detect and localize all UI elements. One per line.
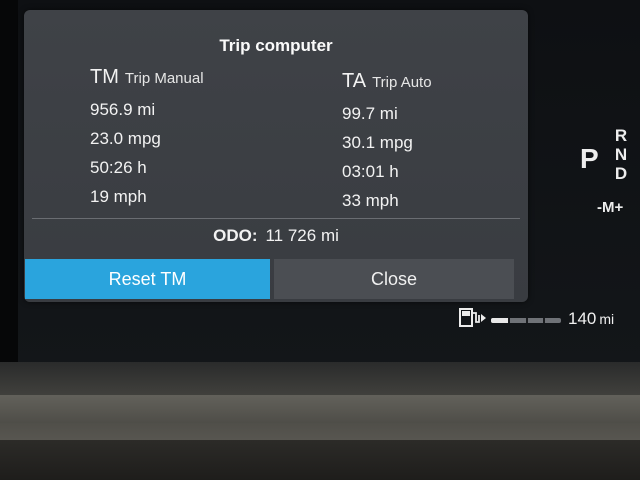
odometer-value: 11 726 mi	[265, 226, 339, 245]
trip-computer-dialog: Trip computer TM Trip Manual 956.9 mi 23.…	[24, 10, 528, 302]
fuel-range: 140 mi	[568, 309, 614, 329]
trip-manual-time: 50:26 h	[90, 158, 147, 177]
fuel-gauge-tick	[526, 318, 528, 323]
gear-list: R N D	[610, 126, 632, 183]
fuel-gauge-fill	[491, 318, 509, 323]
fuel-range-value: 140	[568, 309, 597, 328]
trip-manual-economy: 23.0 mpg	[90, 129, 161, 148]
display-bezel	[0, 0, 18, 370]
fuel-gauge-tick	[508, 318, 510, 323]
dashboard-ridge	[0, 395, 640, 423]
gear-n: N	[614, 145, 628, 164]
dialog-title: Trip computer	[219, 36, 333, 55]
divider	[32, 218, 520, 219]
trip-auto-header: TA Trip Auto	[342, 70, 432, 93]
trip-auto-speed: 33 mph	[342, 191, 399, 210]
gear-r: R	[614, 126, 628, 145]
gear-manual: -M+	[597, 199, 624, 216]
trip-auto-economy: 30.1 mpg	[342, 133, 413, 152]
trip-manual-distance: 956.9 mi	[90, 100, 156, 119]
gear-d: D	[614, 164, 628, 183]
trip-manual-speed: 19 mph	[90, 187, 147, 206]
trip-auto-column: TA Trip Auto 99.7 mi 30.1 mpg 03:01 h 33 …	[342, 70, 432, 215]
trip-auto-abbr: TA	[342, 70, 367, 92]
trip-auto-label: Trip Auto	[372, 74, 432, 91]
dashboard-edge	[0, 440, 640, 480]
odometer: ODO: 11 726 mi	[24, 226, 528, 246]
close-button[interactable]: Close	[274, 259, 514, 299]
trip-manual-header: TM Trip Manual	[90, 66, 204, 89]
trip-auto-time: 03:01 h	[342, 162, 399, 181]
fuel-gauge-tick	[543, 318, 545, 323]
odometer-label: ODO:	[213, 226, 258, 245]
trip-auto-distance: 99.7 mi	[342, 104, 398, 123]
gear-current: P	[580, 143, 599, 174]
fuel-range-unit: mi	[599, 311, 615, 327]
trip-manual-label: Trip Manual	[124, 70, 204, 87]
fuel-pump-icon	[458, 307, 488, 334]
reset-tm-button[interactable]: Reset TM	[25, 259, 270, 299]
fuel-gauge	[491, 318, 561, 323]
trip-manual-column: TM Trip Manual 956.9 mi 23.0 mpg 50:26 h …	[90, 66, 204, 211]
trip-manual-abbr: TM	[90, 66, 119, 88]
